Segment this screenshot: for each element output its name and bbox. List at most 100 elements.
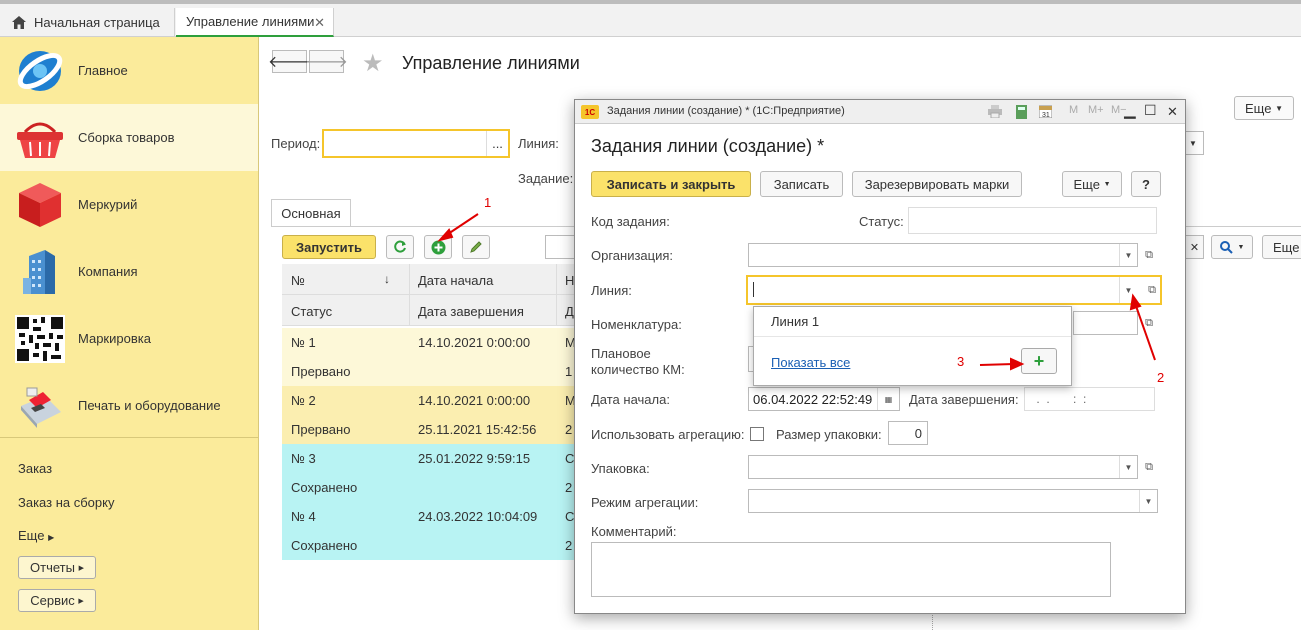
annotation-arrow-1 — [444, 213, 479, 237]
table-row[interactable]: № 3 25.01.2022 9:59:15 С Сохранено 2 — [282, 444, 582, 502]
save-and-close-button[interactable]: Записать и закрыть — [591, 171, 751, 197]
dialog-more-button[interactable]: Еще ▼ — [1062, 171, 1122, 197]
show-all-link[interactable]: Показать все — [771, 355, 850, 370]
tab-line-management[interactable]: Управление линиями ✕ — [176, 8, 334, 37]
sidebar-item-main[interactable]: Главное — [0, 37, 258, 104]
forward-button[interactable]: 🡒 — [305, 50, 348, 73]
row-third-2: 2 — [565, 480, 573, 495]
close-icon: ✕ — [1189, 241, 1200, 254]
line-filter-label: Линия: — [518, 136, 559, 151]
col-header-third-2[interactable]: Д — [565, 304, 574, 319]
sidebar-link-order[interactable]: Заказ — [18, 461, 52, 476]
search-input[interactable] — [545, 235, 575, 259]
sidebar-item-company[interactable]: Компания — [0, 238, 258, 305]
plus-icon: + — [1033, 350, 1045, 371]
sidebar-link-more[interactable]: Еще ▶ — [18, 528, 54, 543]
sort-down-icon[interactable]: ↓ — [384, 272, 390, 286]
print-icon[interactable] — [988, 105, 1002, 118]
home-icon — [12, 16, 26, 29]
reports-button[interactable]: Отчеты ▶ — [18, 556, 96, 579]
aggregation-mode-field[interactable]: ▼ — [748, 489, 1158, 513]
minimize-icon[interactable]: ▁ — [1124, 101, 1136, 119]
tab-home[interactable]: Начальная страница — [0, 8, 175, 37]
calendar-icon[interactable]: 31 — [1039, 104, 1052, 118]
service-button[interactable]: Сервис ▶ — [18, 589, 96, 612]
table-row[interactable]: № 4 24.03.2022 10:04:09 С Сохранено 2 — [282, 502, 582, 560]
line-field[interactable]: ▼ ⧉ — [746, 275, 1162, 305]
calculator-icon[interactable] — [1016, 105, 1027, 119]
chevron-down-icon[interactable]: ▼ — [1119, 244, 1137, 266]
row-status: Прервано — [291, 364, 351, 379]
organization-field[interactable]: ▼ — [748, 243, 1138, 267]
use-aggregation-checkbox[interactable] — [750, 427, 764, 441]
nomenclature-field[interactable] — [1073, 311, 1138, 335]
close-icon[interactable]: ✕ — [314, 15, 325, 31]
chevron-down-icon[interactable]: ▼ — [1119, 456, 1137, 478]
more-button[interactable]: Еще ▼ — [1234, 96, 1294, 120]
col-header-status[interactable]: Статус — [291, 304, 332, 319]
dropdown-item-line-1[interactable]: Линия 1 — [754, 307, 1071, 337]
clear-search-button[interactable]: ✕ — [1186, 235, 1204, 259]
memory-icon[interactable]: M — [1069, 104, 1078, 116]
start-date-label: Дата начала: — [591, 392, 670, 407]
sidebar: Главное Сборка товаров Меркурий Компания — [0, 37, 259, 630]
row-start-date: 14.10.2021 0:00:00 — [418, 393, 531, 408]
maximize-icon[interactable]: ☐ — [1144, 102, 1157, 119]
sidebar-link-assembly-order[interactable]: Заказ на сборку — [18, 495, 114, 510]
open-icon[interactable]: ⧉ — [1140, 458, 1158, 476]
qr-code-icon — [15, 314, 65, 363]
grid-more-button[interactable]: Еще — [1262, 235, 1301, 259]
table-row[interactable]: № 2 14.10.2021 0:00:00 М Прервано 25.11.… — [282, 386, 582, 444]
col-header-end-date[interactable]: Дата завершения — [418, 304, 524, 319]
plus-circle-icon — [431, 240, 445, 254]
period-select-button[interactable]: ... — [486, 131, 508, 156]
arrow-right-icon: 🡒 — [305, 54, 348, 71]
chevron-down-icon[interactable]: ▼ — [1139, 490, 1157, 512]
search-icon — [1219, 240, 1233, 254]
row-number: № 4 — [291, 509, 316, 524]
sidebar-item-mercury[interactable]: Меркурий — [0, 171, 258, 238]
divider — [932, 612, 933, 630]
row-end-date: 25.11.2021 15:42:56 — [418, 422, 537, 437]
open-icon[interactable]: ⧉ — [1140, 314, 1158, 332]
sidebar-item-assembly[interactable]: Сборка товаров — [0, 104, 258, 171]
sidebar-item-marking[interactable]: Маркировка — [0, 305, 258, 372]
aggregation-mode-label: Режим агрегации: — [591, 495, 699, 510]
help-button[interactable]: ? — [1131, 171, 1161, 197]
comment-field[interactable] — [591, 542, 1111, 597]
star-icon[interactable]: ★ — [362, 49, 384, 78]
search-button[interactable]: ▼ — [1211, 235, 1253, 259]
edit-button[interactable] — [462, 235, 490, 259]
pack-size-field[interactable]: 0 — [888, 421, 928, 445]
col-header-third[interactable]: Н — [565, 273, 574, 288]
sidebar-item-printing[interactable]: Печать и оборудование — [0, 372, 258, 439]
col-header-start-date[interactable]: Дата начала — [418, 273, 493, 288]
open-icon[interactable]: ⧉ — [1143, 281, 1161, 299]
col-header-number[interactable]: № — [291, 273, 305, 288]
package-field[interactable]: ▼ — [748, 455, 1138, 479]
line-filter-dropdown[interactable]: ▼ — [1186, 131, 1204, 155]
chevron-down-icon[interactable]: ▼ — [1119, 277, 1137, 303]
refresh-button[interactable] — [386, 235, 414, 259]
memory-plus-icon[interactable]: M+ — [1088, 104, 1104, 116]
add-line-button[interactable]: + — [1021, 348, 1057, 374]
open-icon[interactable]: ⧉ — [1140, 246, 1158, 264]
add-button[interactable] — [424, 235, 452, 259]
start-date-field[interactable]: 06.04.2022 22:52:49 ▦ — [748, 387, 900, 411]
table-row[interactable]: № 1 14.10.2021 0:00:00 М Прервано 1 — [282, 328, 582, 386]
pencil-icon — [470, 241, 482, 253]
back-button[interactable]: 🡐 — [268, 50, 311, 73]
start-button[interactable]: Запустить — [282, 235, 376, 259]
1c-logo-icon: 1С — [581, 105, 599, 119]
building-icon — [23, 249, 55, 294]
close-icon[interactable]: ✕ — [1167, 104, 1178, 120]
period-input[interactable]: ... — [322, 129, 510, 158]
save-button[interactable]: Записать — [760, 171, 843, 197]
task-filter-label: Задание: — [518, 171, 574, 186]
end-date-field[interactable]: . . : : — [1024, 387, 1155, 411]
dialog-titlebar: 1С Задания линии (создание) * (1С:Предпр… — [575, 100, 1185, 124]
reserve-marks-button[interactable]: Зарезервировать марки — [852, 171, 1022, 197]
status-label: Статус: — [859, 214, 904, 229]
calendar-icon[interactable]: ▦ — [877, 388, 899, 410]
tab-main[interactable]: Основная — [271, 199, 351, 227]
